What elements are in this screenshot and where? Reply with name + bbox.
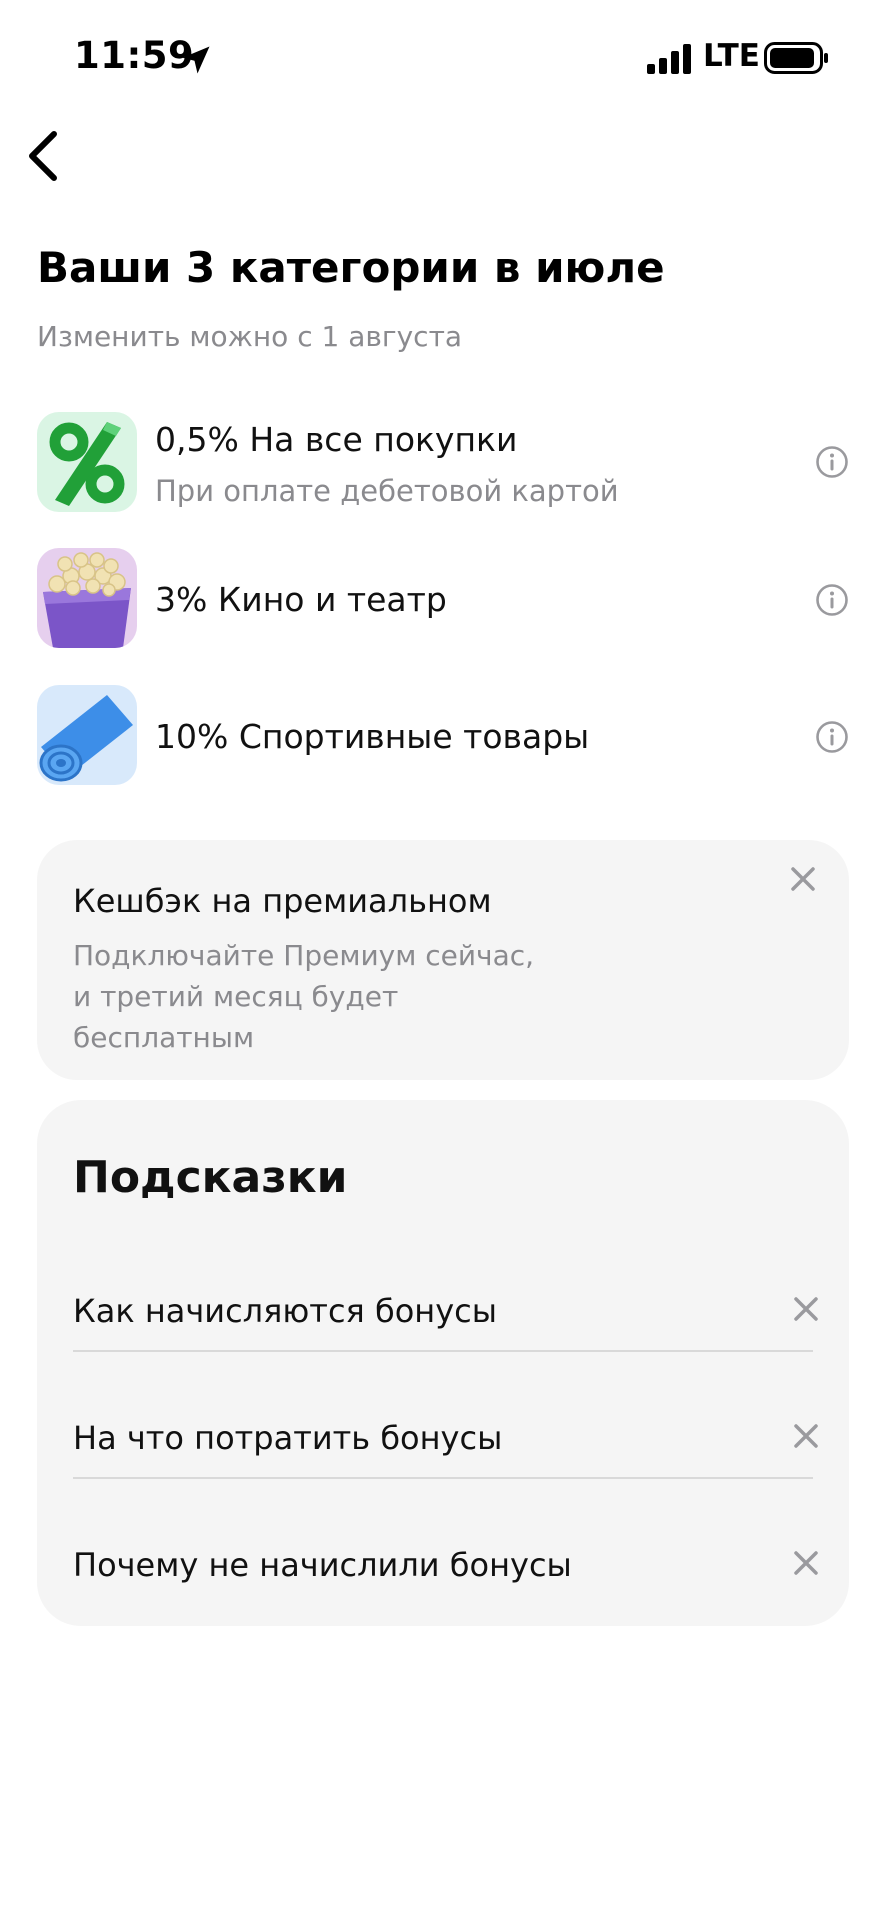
location-arrow-icon bbox=[182, 46, 210, 74]
category-title: 0,5% На все покупки bbox=[155, 420, 518, 459]
promo-text-line: бесплатным bbox=[73, 1021, 255, 1054]
close-icon[interactable] bbox=[788, 864, 818, 894]
percent-image bbox=[37, 412, 137, 512]
status-bar: 11:59 LTE bbox=[0, 0, 887, 120]
divider bbox=[73, 1477, 813, 1479]
category-title: 10% Спортивные товары bbox=[155, 717, 590, 756]
tip-item-spend-bonuses[interactable]: На что потратить бонусы bbox=[73, 1381, 818, 1507]
premium-cashback-card[interactable]: Кешбэк на премиальном Подключайте Премиу… bbox=[37, 840, 849, 1080]
signal-icon bbox=[647, 44, 691, 74]
tip-label: На что потратить бонусы bbox=[73, 1419, 503, 1457]
tip-label: Как начисляются бонусы bbox=[73, 1292, 497, 1330]
info-icon[interactable] bbox=[815, 445, 849, 479]
tip-item-how-bonuses-accrue[interactable]: Как начисляются бонусы bbox=[73, 1254, 818, 1380]
page-subtitle: Изменить можно с 1 августа bbox=[37, 320, 463, 353]
promo-title: Кешбэк на премиальном bbox=[73, 882, 492, 920]
tips-card: Подсказки Как начисляются бонусы На что … bbox=[37, 1100, 849, 1626]
network-type: LTE bbox=[703, 38, 760, 74]
divider bbox=[73, 1350, 813, 1352]
promo-text-line: Подключайте Премиум сейчас, bbox=[73, 939, 535, 972]
promo-text: Подключайте Премиум сейчас, и третий мес… bbox=[73, 935, 593, 1058]
category-item-all-purchases[interactable]: 0,5% На все покупки При оплате дебетовой… bbox=[0, 410, 887, 520]
tip-item-why-no-bonuses[interactable]: Почему не начислили бонусы bbox=[73, 1508, 818, 1634]
popcorn-image bbox=[37, 548, 137, 648]
promo-text-line: и третий месяц будет bbox=[73, 980, 399, 1013]
close-icon[interactable] bbox=[791, 1294, 821, 1324]
tips-title: Подсказки bbox=[73, 1152, 348, 1203]
category-title: 3% Кино и театр bbox=[155, 580, 447, 619]
info-icon[interactable] bbox=[815, 720, 849, 754]
close-icon[interactable] bbox=[791, 1421, 821, 1451]
category-item-sport-goods[interactable]: 10% Спортивные товары bbox=[0, 685, 887, 789]
category-item-cinema-theatre[interactable]: 3% Кино и театр bbox=[0, 548, 887, 652]
back-button[interactable] bbox=[14, 126, 74, 186]
page-title: Ваши 3 категории в июле bbox=[37, 243, 665, 292]
close-icon[interactable] bbox=[791, 1548, 821, 1578]
chevron-left-icon bbox=[29, 131, 57, 181]
info-icon[interactable] bbox=[815, 583, 849, 617]
status-time: 11:59 bbox=[74, 34, 195, 77]
category-subtitle: При оплате дебетовой картой bbox=[155, 474, 619, 508]
tip-label: Почему не начислили бонусы bbox=[73, 1546, 572, 1584]
sport-mat-image bbox=[37, 685, 137, 785]
battery-icon bbox=[764, 42, 828, 74]
